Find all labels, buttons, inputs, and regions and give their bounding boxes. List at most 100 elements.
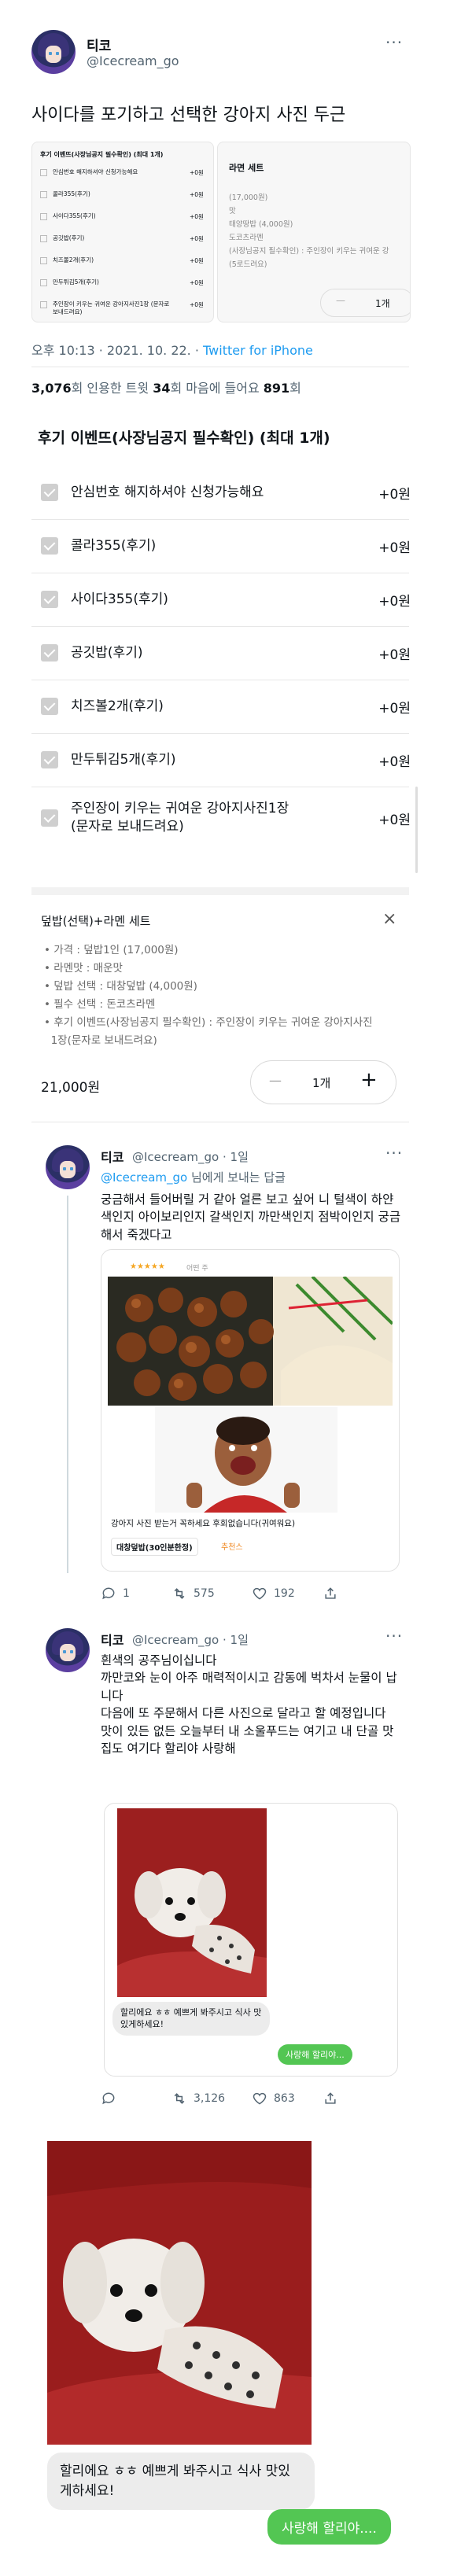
more-icon[interactable]: ···: [385, 1627, 403, 1645]
thread-line: [67, 1196, 68, 1573]
like-button[interactable]: 192: [252, 1586, 295, 1601]
reply2-name[interactable]: 티코: [101, 1630, 124, 1649]
tweet-meta: 오후 10:13 · 2021. 10. 22. · Twitter for i…: [31, 340, 313, 359]
chat-screenshot-card[interactable]: 할리에요 ㅎㅎ 예쁘게 봐주시고 식사 맛있게하세요! 사랑해 할리야...: [104, 1803, 398, 2077]
reply1-name[interactable]: 티코: [101, 1147, 124, 1166]
option-row[interactable]: 치즈볼2개(후기) +0원: [41, 683, 411, 730]
cart-line: • 필수 선택 : 돈코츠라멘: [44, 998, 156, 1011]
display-name[interactable]: 티코: [87, 35, 111, 54]
thumb-checkbox: [40, 301, 47, 308]
thumb-right-line: 태양땅밥 (4,000원): [229, 220, 293, 229]
retweet-count: 575: [194, 1587, 215, 1600]
thumb-checkbox: [40, 235, 47, 242]
thumb-option-label: 주인장이 키우는 귀여운 강아지사진1장 (문자로 보내드려요): [53, 300, 170, 315]
option-label: 주인장이 키우는 귀여운 강아지사진1장 (문자로 보내드려요): [71, 801, 289, 835]
more-icon[interactable]: ···: [385, 1144, 403, 1163]
thumb-option-price: +0원: [190, 169, 204, 176]
thumb-right-line: 맛: [229, 207, 236, 216]
option-price: +0원: [378, 754, 411, 770]
option-row[interactable]: 콜라355(후기) +0원: [41, 522, 411, 569]
thumb-checkbox: [40, 257, 47, 264]
like-count[interactable]: 891: [264, 381, 289, 396]
reply1-context: @Icecream_go 님에게 보내는 답글: [101, 1169, 286, 1185]
plus-button[interactable]: +: [360, 1068, 378, 1092]
option-row[interactable]: 주인장이 키우는 귀여운 강아지사진1장 (문자로 보내드려요) +0원: [41, 790, 411, 846]
close-icon[interactable]: ×: [382, 909, 396, 929]
options-title: 후기 이벤뜨(사장님공지 필수확인) (최대 1개): [38, 429, 330, 447]
checkbox-icon[interactable]: [41, 751, 58, 768]
cart-price: 21,000원: [41, 1080, 101, 1096]
food-photo: [108, 1277, 393, 1406]
quantity-value: 1개: [312, 1076, 331, 1090]
retweet-button[interactable]: 575: [171, 1586, 215, 1601]
tweet-source[interactable]: Twitter for iPhone: [203, 343, 313, 358]
retweet-count: 3,126: [194, 2092, 226, 2105]
reply-button[interactable]: [101, 2091, 123, 2106]
option-row[interactable]: 안심번호 해지하셔야 신청가능해요 +0원: [41, 469, 411, 516]
reply2-text: 흰색의 공주님이십니다 까만코와 눈이 아주 매력적이시고 감동에 벅차서 눈물…: [101, 1653, 397, 1756]
row-divider: [31, 626, 409, 627]
like-button[interactable]: 863: [252, 2091, 295, 2106]
thumb-option-label: 치즈볼2개(후기): [53, 256, 94, 263]
chat-small-reply: 사랑해 할리야...: [278, 2044, 352, 2065]
share-button[interactable]: [323, 1586, 338, 1601]
share-icon: [325, 1587, 336, 1599]
reply1-text: 궁금해서 들어버릴 거 같아 얼른 보고 싶어 니 털색이 하얀색인지 아이보리…: [101, 1192, 401, 1242]
review-tag2: 추천스: [221, 1543, 243, 1552]
checkbox-icon[interactable]: [41, 591, 58, 608]
minus-button[interactable]: —: [269, 1073, 282, 1088]
retweet-button[interactable]: 3,126: [171, 2091, 225, 2106]
review-date: 어떤 주: [186, 1265, 208, 1273]
reply-button[interactable]: 1: [101, 1586, 130, 1601]
reply-to-handle[interactable]: @Icecream_go: [101, 1170, 187, 1185]
kid-thumbs-up-photo: [155, 1407, 337, 1513]
option-price: +0원: [378, 486, 411, 503]
checkbox-icon[interactable]: [41, 537, 58, 555]
checkbox-icon[interactable]: [41, 644, 58, 662]
checkbox-icon[interactable]: [41, 698, 58, 715]
tweet-text: 사이다를 포기하고 선택한 강아지 사진 두근: [31, 105, 346, 125]
thumb-option-price: +0원: [190, 257, 204, 264]
option-price: +0원: [378, 812, 411, 828]
reply2-handle[interactable]: @Icecream_go · 1일: [132, 1631, 249, 1648]
thumb-right-line: (17,000원): [229, 193, 268, 202]
thumb-option-price: +0원: [190, 213, 204, 220]
thumb-option-price: +0원: [190, 191, 204, 198]
thumb-option-label: 공깃밥(후기): [53, 234, 85, 241]
more-icon[interactable]: ···: [385, 33, 403, 52]
order-screenshot-left[interactable]: 후기 이벤뜨(사장님공지 필수확인) (최대 1개) 안심번호 해지하셔야 신청…: [31, 142, 214, 322]
option-row[interactable]: 만두튀김5개(후기) +0원: [41, 736, 411, 783]
avatar[interactable]: [46, 1145, 90, 1189]
option-label: 콜라355(후기): [71, 537, 157, 554]
share-button[interactable]: [323, 2091, 338, 2106]
thumb-right-line: 도코츠라멘: [229, 234, 264, 242]
thumb-option-price: +0원: [190, 235, 204, 242]
handle[interactable]: @Icecream_go: [87, 53, 179, 68]
avatar[interactable]: [31, 30, 76, 74]
option-price: +0원: [378, 647, 411, 663]
retweet-icon: [174, 1588, 185, 1599]
review-card[interactable]: ★★★★★ 어떤 주 강아지 사진 받는거 꼭하세요 후회없습니다(귀여워요) …: [101, 1249, 400, 1572]
order-screenshot-right[interactable]: 라면 세트 (17,000원) 맛 태양땅밥 (4,000원) 도코츠라멘 (사장님공지…: [217, 142, 411, 322]
avatar[interactable]: [46, 1628, 90, 1672]
reply-icon: [102, 2092, 115, 2105]
reply-to-suffix: 님에게 보내는 답글: [187, 1170, 286, 1185]
reply-icon: [102, 1587, 115, 1600]
quote-count[interactable]: 34: [153, 381, 170, 396]
option-row[interactable]: 공깃밥(후기) +0원: [41, 629, 411, 676]
thumb-option-price: +0원: [190, 279, 204, 286]
checkbox-icon[interactable]: [41, 809, 58, 827]
thumb-right-qty: 1개: [375, 298, 390, 309]
retweet-count[interactable]: 3,076: [31, 381, 72, 396]
checkbox-icon[interactable]: [41, 484, 58, 501]
cart-line: 1장(문자로 보내드려요): [44, 1034, 157, 1047]
option-price: +0원: [378, 593, 411, 610]
option-row[interactable]: 사이다355(후기) +0원: [41, 576, 411, 623]
chat-message-bubble: 할리에요 ㅎㅎ 예쁘게 봐주시고 식사 맛있게하세요!: [47, 2453, 315, 2511]
scrollbar[interactable]: [415, 787, 418, 873]
thumb-option-label: 사이다355(후기): [53, 212, 96, 219]
dog-photo-large[interactable]: [47, 2141, 312, 2445]
thumb-checkbox: [40, 279, 47, 286]
section-divider: [31, 887, 409, 895]
reply1-handle[interactable]: @Icecream_go · 1일: [132, 1148, 249, 1165]
